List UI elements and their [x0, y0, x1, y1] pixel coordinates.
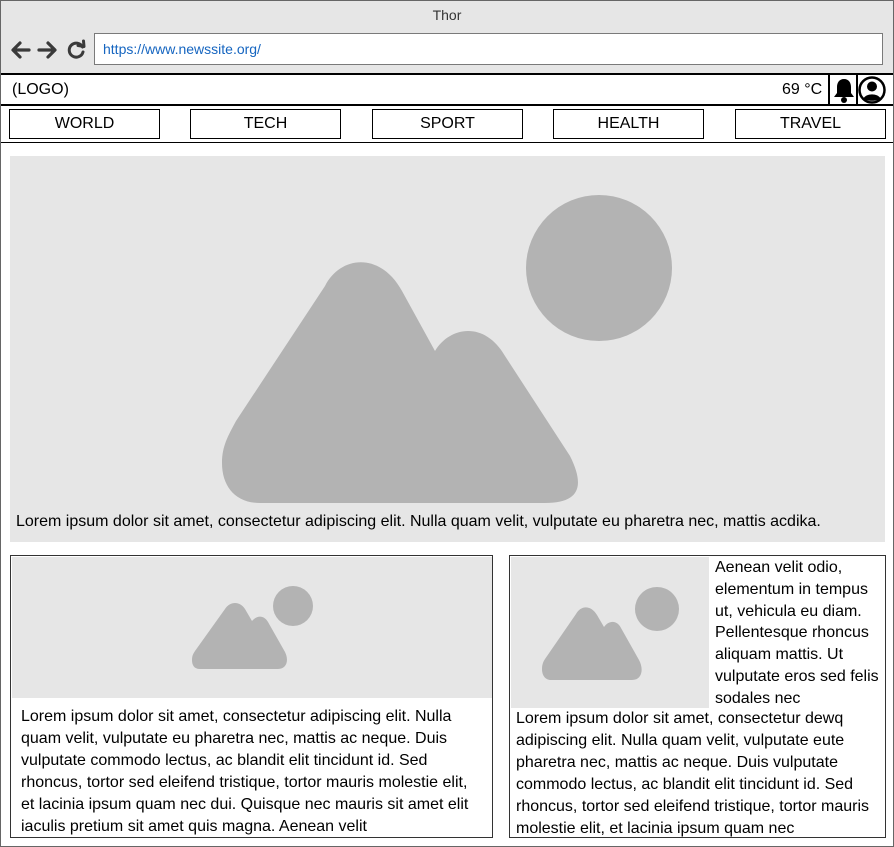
hero-caption: Lorem ipsum dolor sit amet, consectetur …: [16, 513, 821, 530]
article-text: Lorem ipsum dolor sit amet, consectetur …: [516, 710, 870, 837]
article-thumbnail: [12, 557, 492, 698]
address-bar[interactable]: https://www.newssite.org/: [94, 33, 883, 65]
reload-icon[interactable]: [65, 39, 87, 61]
weather-readout: 69 °C: [782, 81, 823, 98]
nav-tech-button[interactable]: TECH: [190, 109, 341, 139]
article-thumbnail: [511, 557, 709, 708]
article-text: Lorem ipsum dolor sit amet, consectetur …: [21, 708, 469, 835]
browser-titlebar: Thor https://www.newssite.org/: [1, 1, 893, 75]
nav-travel-button[interactable]: TRAVEL: [735, 109, 886, 139]
image-icon: [542, 587, 679, 680]
image-icon: [192, 586, 313, 669]
nav-world-button[interactable]: WORLD: [9, 109, 160, 139]
user-circle-icon[interactable]: [858, 76, 886, 104]
site-header: (LOGO) 69 °C: [1, 75, 893, 106]
bell-icon[interactable]: [830, 76, 858, 104]
url-text: https://www.newssite.org/: [103, 41, 261, 57]
category-nav: WORLD TECH SPORT HEALTH TRAVEL: [1, 106, 893, 143]
browser-window: Thor https://www.newssite.org/ (LOGO) 69…: [0, 0, 894, 847]
article-card[interactable]: Lorem ipsum dolor sit amet, consectetur …: [10, 555, 493, 838]
nav-health-button[interactable]: HEALTH: [553, 109, 704, 139]
article-card[interactable]: Aenean velit odio, elementum in tempus u…: [509, 555, 886, 838]
arrow-right-icon[interactable]: [37, 39, 59, 61]
site-logo[interactable]: (LOGO): [12, 81, 69, 99]
article-side-text: Aenean velit odio, elementum in tempus u…: [715, 559, 879, 707]
hero-article[interactable]: Lorem ipsum dolor sit amet, consectetur …: [10, 156, 885, 542]
image-icon: [222, 195, 672, 503]
nav-sport-button[interactable]: SPORT: [372, 109, 523, 139]
arrow-left-icon[interactable]: [9, 39, 31, 61]
window-title: Thor: [432, 7, 462, 23]
